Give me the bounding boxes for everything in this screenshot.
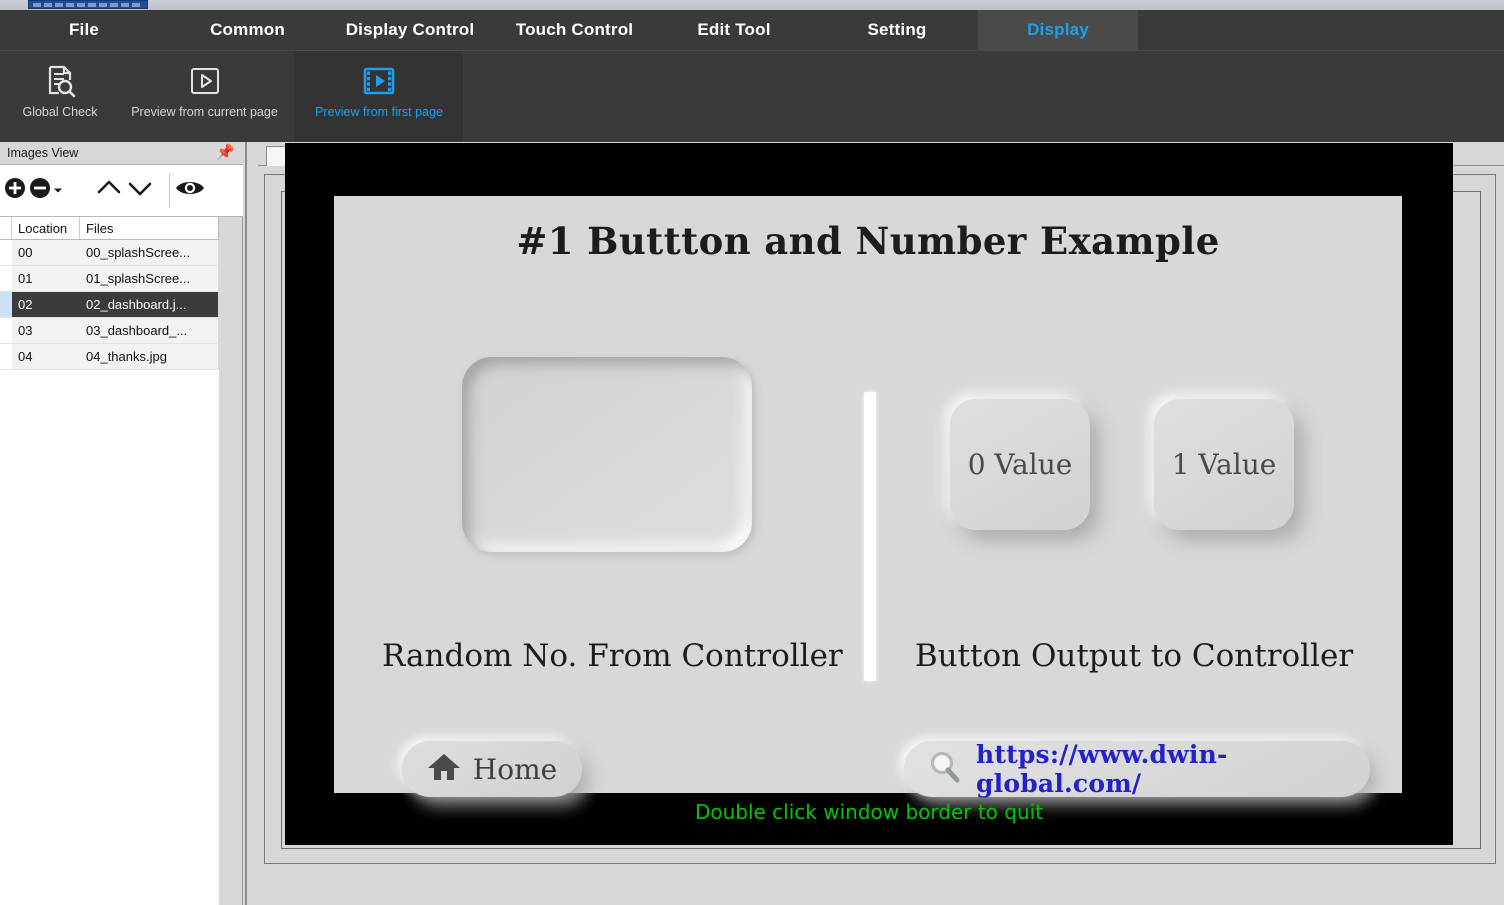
toolbar-separator: [169, 174, 170, 208]
magnifier-icon: [928, 750, 962, 789]
table-row[interactable]: 0000_splashScree...: [0, 240, 219, 266]
hmi-screen: #1 Buttton and Number Example 0 Value 1 …: [334, 196, 1402, 793]
cell-location: 01: [12, 266, 80, 291]
cell-file: 00_splashScree...: [80, 240, 218, 265]
panel-splitter[interactable]: [243, 142, 250, 905]
table-row[interactable]: 0101_splashScree...: [0, 266, 219, 292]
ribbon-button-preview-from-current-page[interactable]: Preview from current page: [122, 53, 287, 141]
cell-location: 03: [12, 318, 80, 343]
move-down-button[interactable]: [127, 165, 153, 216]
images-view-titlebar: Images View 📌: [0, 142, 243, 165]
add-image-button[interactable]: [4, 165, 26, 216]
ribbon-toolbar: Global Check Preview from current page Pre…: [0, 50, 1504, 142]
play-box-icon: [188, 61, 222, 101]
menu-item-touch-control[interactable]: Touch Control: [497, 10, 652, 50]
window-title-strip: [0, 0, 1504, 10]
table-row[interactable]: 0303_dashboard_...: [0, 318, 219, 344]
preview-quit-hint: Double click window border to quit: [285, 800, 1453, 824]
value-button-0[interactable]: 0 Value: [950, 399, 1090, 530]
images-view-title: Images View: [0, 146, 78, 160]
cell-file: 01_splashScree...: [80, 266, 218, 291]
caption-button-output: Button Output to Controller: [894, 638, 1374, 674]
ribbon-button-label: Preview from current page: [122, 105, 287, 121]
move-up-button[interactable]: [96, 165, 122, 216]
table-row[interactable]: 0404_thanks.jpg: [0, 344, 219, 370]
cell-file: 04_thanks.jpg: [80, 344, 218, 369]
home-icon: [427, 752, 461, 787]
column-header-location[interactable]: Location: [12, 217, 80, 239]
cell-file: 03_dashboard_...: [80, 318, 218, 343]
url-button-label: https://www.dwin-global.com/: [976, 740, 1370, 798]
url-button[interactable]: https://www.dwin-global.com/: [904, 741, 1370, 797]
table-row[interactable]: 0202_dashboard.j...: [0, 292, 219, 318]
app-root: File CommonDisplay ControlTouch Control Ed…: [0, 0, 1504, 905]
pin-icon[interactable]: 📌: [216, 145, 235, 160]
cell-file: 02_dashboard.j...: [80, 292, 218, 317]
row-selector[interactable]: [0, 240, 12, 265]
random-number-display: [462, 357, 752, 552]
ribbon-button-label: Global Check: [4, 105, 116, 121]
window-title-tab[interactable]: [28, 0, 148, 9]
ribbon-button-preview-from-first-page[interactable]: Preview from first page: [295, 53, 463, 141]
row-selector[interactable]: [0, 292, 12, 317]
ribbon-button-global-check[interactable]: Global Check: [4, 53, 116, 141]
remove-dropdown-arrow[interactable]: [53, 165, 63, 216]
hmi-screen-title: #1 Buttton and Number Example: [334, 219, 1402, 263]
ribbon-button-label: Preview from first page: [295, 105, 463, 121]
home-button-label: Home: [473, 753, 557, 786]
eye-icon: [175, 177, 205, 204]
row-selector[interactable]: [0, 266, 12, 291]
film-play-icon: [362, 61, 396, 101]
preview-eye-button[interactable]: [175, 165, 205, 216]
row-selector[interactable]: [0, 318, 12, 343]
images-view-grid-header: Location Files: [0, 217, 219, 240]
chevron-up-icon: [96, 177, 122, 204]
menu-item-display-control[interactable]: Display Control: [325, 10, 495, 50]
images-view-toolbar: [0, 165, 243, 217]
home-button[interactable]: Home: [402, 741, 582, 797]
cell-location: 00: [12, 240, 80, 265]
grid-corner-cell: [0, 217, 12, 239]
preview-window[interactable]: #1 Buttton and Number Example 0 Value 1 …: [285, 143, 1453, 845]
minus-circle-icon: [29, 177, 51, 204]
images-view-panel: Images View 📌 Location Files 0000_splash…: [0, 142, 243, 905]
row-selector[interactable]: [0, 344, 12, 369]
window-title-text: [33, 3, 141, 7]
remove-image-button[interactable]: [29, 165, 51, 216]
menu-item-file[interactable]: File: [30, 10, 138, 50]
chevron-down-big-icon: [127, 177, 153, 204]
value-button-1[interactable]: 1 Value: [1154, 399, 1294, 530]
column-header-files[interactable]: Files: [80, 217, 218, 239]
cell-location: 02: [12, 292, 80, 317]
caption-random-number: Random No. From Controller: [382, 638, 842, 674]
document-search-icon: [42, 61, 78, 101]
menu-item-common[interactable]: Common: [175, 10, 320, 50]
menu-item-setting[interactable]: Setting: [826, 10, 968, 50]
vertical-divider: [864, 392, 876, 681]
cell-location: 04: [12, 344, 80, 369]
menu-item-display[interactable]: Display: [978, 10, 1138, 50]
menu-item-edit-tool[interactable]: Edit Tool: [663, 10, 805, 50]
plus-circle-icon: [4, 177, 26, 204]
images-view-grid: Location Files 0000_splashScree...0101_s…: [0, 217, 219, 370]
chevron-down-icon: [53, 182, 63, 200]
menu-bar: File CommonDisplay ControlTouch Control Ed…: [0, 10, 1504, 50]
grid-empty-area: [0, 370, 219, 905]
